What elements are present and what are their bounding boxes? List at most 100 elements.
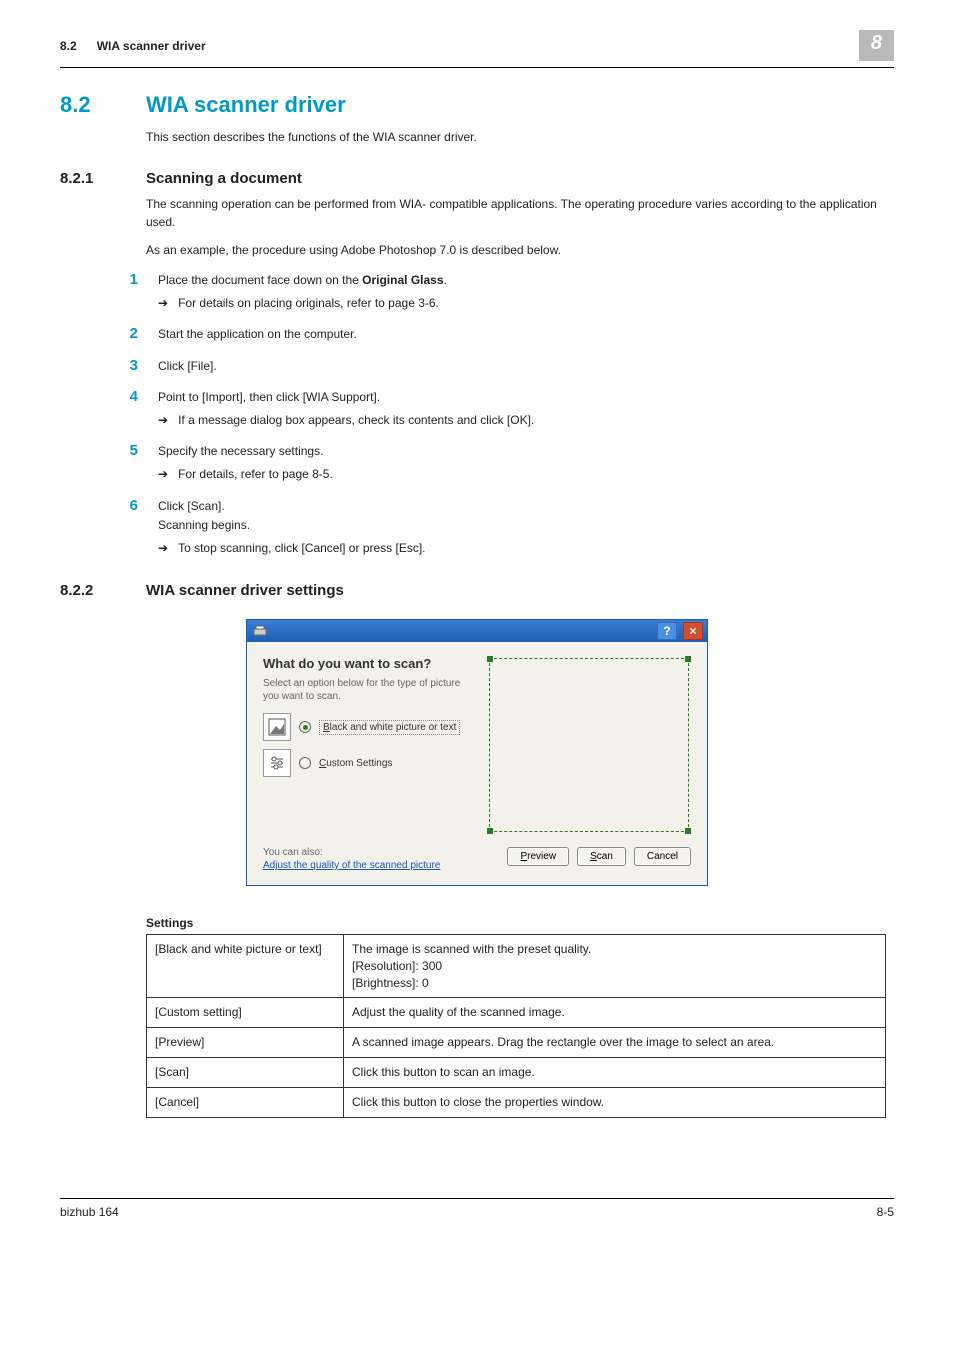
step-text-line2: Scanning begins. — [158, 516, 894, 535]
scanner-icon — [253, 624, 267, 638]
step-sub-text: For details on placing originals, refer … — [178, 294, 439, 313]
section-number: 8.2 — [60, 92, 116, 118]
option-custom-label: Custom Settings — [319, 758, 392, 769]
step-sub: ➔ To stop scanning, click [Cancel] or pr… — [158, 539, 894, 558]
step-text-bold: Original Glass — [362, 273, 443, 287]
step-sub: ➔ For details, refer to page 8-5. — [158, 465, 894, 484]
step-item: 4 Point to [Import], then click [WIA Sup… — [120, 388, 894, 430]
arrow-icon: ➔ — [158, 411, 168, 430]
subsection-heading: 8.2.2 WIA scanner driver settings — [60, 582, 894, 599]
setting-name: [Scan] — [147, 1058, 344, 1088]
page-number: 8-5 — [877, 1205, 894, 1219]
table-row: [Cancel] Click this button to close the … — [147, 1087, 886, 1117]
selection-handle[interactable] — [685, 656, 691, 662]
running-head: 8.2 WIA scanner driver — [60, 39, 859, 53]
arrow-icon: ➔ — [158, 294, 168, 313]
dialog-heading: What do you want to scan? — [263, 656, 473, 671]
dialog-also-label: You can also: — [263, 847, 473, 858]
setting-desc: Click this button to close the propertie… — [344, 1087, 886, 1117]
custom-settings-icon — [263, 749, 291, 777]
subsection-number: 8.2.1 — [60, 170, 116, 187]
setting-name: [Custom setting] — [147, 998, 344, 1028]
cancel-button[interactable]: Cancel — [634, 847, 691, 866]
setting-name: [Cancel] — [147, 1087, 344, 1117]
selection-handle[interactable] — [685, 828, 691, 834]
step-item: 6 Click [Scan]. Scanning begins. ➔ To st… — [120, 497, 894, 559]
setting-desc: Click this button to scan an image. — [344, 1058, 886, 1088]
preview-area[interactable]: Preview Scan Cancel — [487, 656, 691, 866]
step-item: 5 Specify the necessary settings. ➔ For … — [120, 442, 894, 484]
wia-dialog: ? × What do you want to scan? Select an … — [246, 619, 708, 886]
step-sub: ➔ For details on placing originals, refe… — [158, 294, 894, 313]
section-title: WIA scanner driver — [146, 92, 346, 118]
dialog-subtext: Select an option below for the type of p… — [263, 677, 473, 703]
selection-rect[interactable] — [489, 658, 689, 832]
settings-caption: Settings — [146, 916, 894, 930]
dialog-button-row: Preview Scan Cancel — [507, 847, 691, 866]
step-number: 5 — [120, 442, 138, 484]
step-number: 2 — [120, 325, 138, 344]
help-button[interactable]: ? — [657, 622, 677, 640]
step-number: 1 — [120, 271, 138, 313]
subsection-title: Scanning a document — [146, 170, 302, 187]
paragraph: As an example, the procedure using Adobe… — [146, 241, 894, 259]
setting-desc: Adjust the quality of the scanned image. — [344, 998, 886, 1028]
table-row: [Custom setting] Adjust the quality of t… — [147, 998, 886, 1028]
step-sub-text: For details, refer to page 8-5. — [178, 465, 333, 484]
dialog-body: What do you want to scan? Select an opti… — [247, 642, 707, 885]
step-number: 4 — [120, 388, 138, 430]
step-body: Point to [Import], then click [WIA Suppo… — [158, 388, 894, 430]
page-footer: bizhub 164 8-5 — [60, 1198, 894, 1219]
bw-picture-icon — [263, 713, 291, 741]
page-header-row: 8.2 WIA scanner driver 8 — [60, 30, 894, 61]
setting-name: [Preview] — [147, 1028, 344, 1058]
running-head-num: 8.2 — [60, 39, 77, 53]
scan-button[interactable]: Scan — [577, 847, 626, 866]
step-text: Point to [Import], then click [WIA Suppo… — [158, 390, 380, 404]
section-intro: This section describes the functions of … — [146, 128, 894, 146]
setting-name: [Black and white picture or text] — [147, 935, 344, 998]
arrow-icon: ➔ — [158, 539, 168, 558]
step-sub: ➔ If a message dialog box appears, check… — [158, 411, 894, 430]
close-button[interactable]: × — [683, 622, 703, 640]
running-head-title: WIA scanner driver — [97, 39, 206, 53]
table-row: [Scan] Click this button to scan an imag… — [147, 1058, 886, 1088]
step-body: Place the document face down on the Orig… — [158, 271, 894, 313]
option-custom[interactable]: Custom Settings — [263, 749, 473, 777]
option-custom-radio[interactable] — [299, 757, 311, 769]
option-bw-label: Black and white picture or text — [319, 720, 460, 735]
header-rule — [60, 67, 894, 68]
option-bw[interactable]: Black and white picture or text — [263, 713, 473, 741]
dialog-left-panel: What do you want to scan? Select an opti… — [263, 656, 473, 871]
subsection-title: WIA scanner driver settings — [146, 582, 344, 599]
table-row: [Black and white picture or text] The im… — [147, 935, 886, 998]
step-body: Click [File]. — [158, 357, 894, 376]
adjust-quality-link[interactable]: Adjust the quality of the scanned pictur… — [263, 860, 440, 871]
selection-handle[interactable] — [487, 828, 493, 834]
table-row: [Preview] A scanned image appears. Drag … — [147, 1028, 886, 1058]
step-number: 6 — [120, 497, 138, 559]
step-body: Click [Scan]. Scanning begins. ➔ To stop… — [158, 497, 894, 559]
preview-button[interactable]: Preview — [507, 847, 569, 866]
selection-handle[interactable] — [487, 656, 493, 662]
arrow-icon: ➔ — [158, 465, 168, 484]
step-text-post: . — [444, 273, 447, 287]
section-heading: 8.2 WIA scanner driver — [60, 92, 894, 118]
step-text: Place the document face down on the — [158, 273, 362, 287]
option-bw-radio[interactable] — [299, 721, 311, 733]
step-item: 2 Start the application on the computer. — [120, 325, 894, 344]
subsection-heading: 8.2.1 Scanning a document — [60, 170, 894, 187]
step-sub-text: To stop scanning, click [Cancel] or pres… — [178, 539, 425, 558]
settings-table: [Black and white picture or text] The im… — [146, 934, 886, 1118]
product-name: bizhub 164 — [60, 1205, 119, 1219]
subsection-number: 8.2.2 — [60, 582, 116, 599]
step-text: Specify the necessary settings. — [158, 444, 323, 458]
step-item: 1 Place the document face down on the Or… — [120, 271, 894, 313]
step-body: Start the application on the computer. — [158, 325, 894, 344]
setting-desc: A scanned image appears. Drag the rectan… — [344, 1028, 886, 1058]
chapter-badge: 8 — [859, 30, 894, 61]
step-sub-text: If a message dialog box appears, check i… — [178, 411, 534, 430]
dialog-titlebar[interactable]: ? × — [247, 620, 707, 642]
setting-desc: The image is scanned with the preset qua… — [344, 935, 886, 998]
step-item: 3 Click [File]. — [120, 357, 894, 376]
